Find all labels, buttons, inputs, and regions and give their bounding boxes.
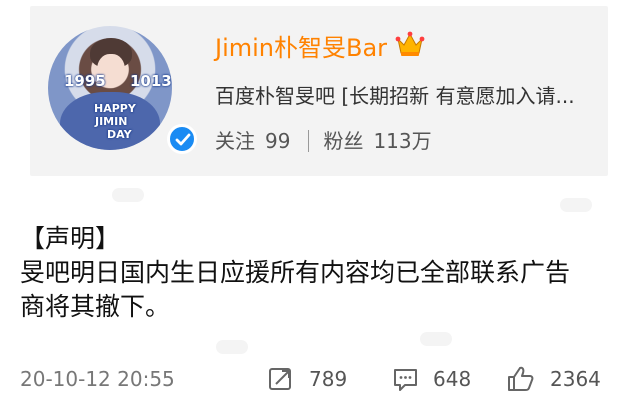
verified-badge-icon (167, 124, 197, 154)
profile-description: 百度朴智旻吧 [长期招新 有意愿加入请... (215, 84, 575, 108)
profile-card[interactable]: 1995 1013 HAPPY JIMIN DAY Jimin朴智旻Bar 百度… (30, 6, 608, 176)
post-text: 【声明】 旻吧明日国内生日应援所有内容均已全部联系广告 商将其撤下。 (20, 222, 620, 324)
following-label[interactable]: 关注 (215, 127, 255, 155)
avatar-day-text: DAY (107, 128, 132, 141)
like-count: 2364 (550, 367, 601, 391)
comment-icon (394, 368, 417, 391)
following-count[interactable]: 99 (265, 127, 290, 155)
post-heading: 【声明】 (20, 224, 121, 253)
post-timestamp: 20-10-12 20:55 (20, 367, 175, 391)
watermark-blob (112, 188, 144, 202)
avatar-year-right: 1013 (130, 72, 172, 90)
crown-icon (395, 31, 425, 56)
profile-name[interactable]: Jimin朴智旻Bar (215, 34, 387, 62)
post-footer: 20-10-12 20:55 789 648 2364 (20, 362, 610, 398)
repost-button[interactable]: 789 (268, 364, 347, 394)
thumbs-up-icon (508, 366, 534, 391)
watermark-blob (560, 198, 592, 212)
followers-count[interactable]: 113万 (373, 127, 431, 155)
watermark-blob (216, 340, 248, 354)
stats-divider (308, 130, 310, 152)
avatar-jimin-text: JIMIN (95, 115, 128, 128)
repost-icon (269, 367, 291, 390)
avatar[interactable]: 1995 1013 HAPPY JIMIN DAY (48, 26, 172, 150)
comment-button[interactable]: 648 (392, 364, 471, 394)
followers-label[interactable]: 粉丝 (323, 127, 363, 155)
avatar-year-left: 1995 (64, 72, 106, 90)
profile-stats: 关注 99 粉丝 113万 (215, 127, 432, 155)
repost-count: 789 (309, 367, 348, 391)
comment-count: 648 (433, 367, 472, 391)
avatar-happy-text: HAPPY (94, 102, 136, 115)
post-line: 旻吧明日国内生日应援所有内容均已全部联系广告 (20, 258, 571, 287)
post-line: 商将其撤下。 (20, 292, 171, 321)
like-button[interactable]: 2364 (506, 364, 601, 394)
watermark-blob (420, 332, 452, 346)
